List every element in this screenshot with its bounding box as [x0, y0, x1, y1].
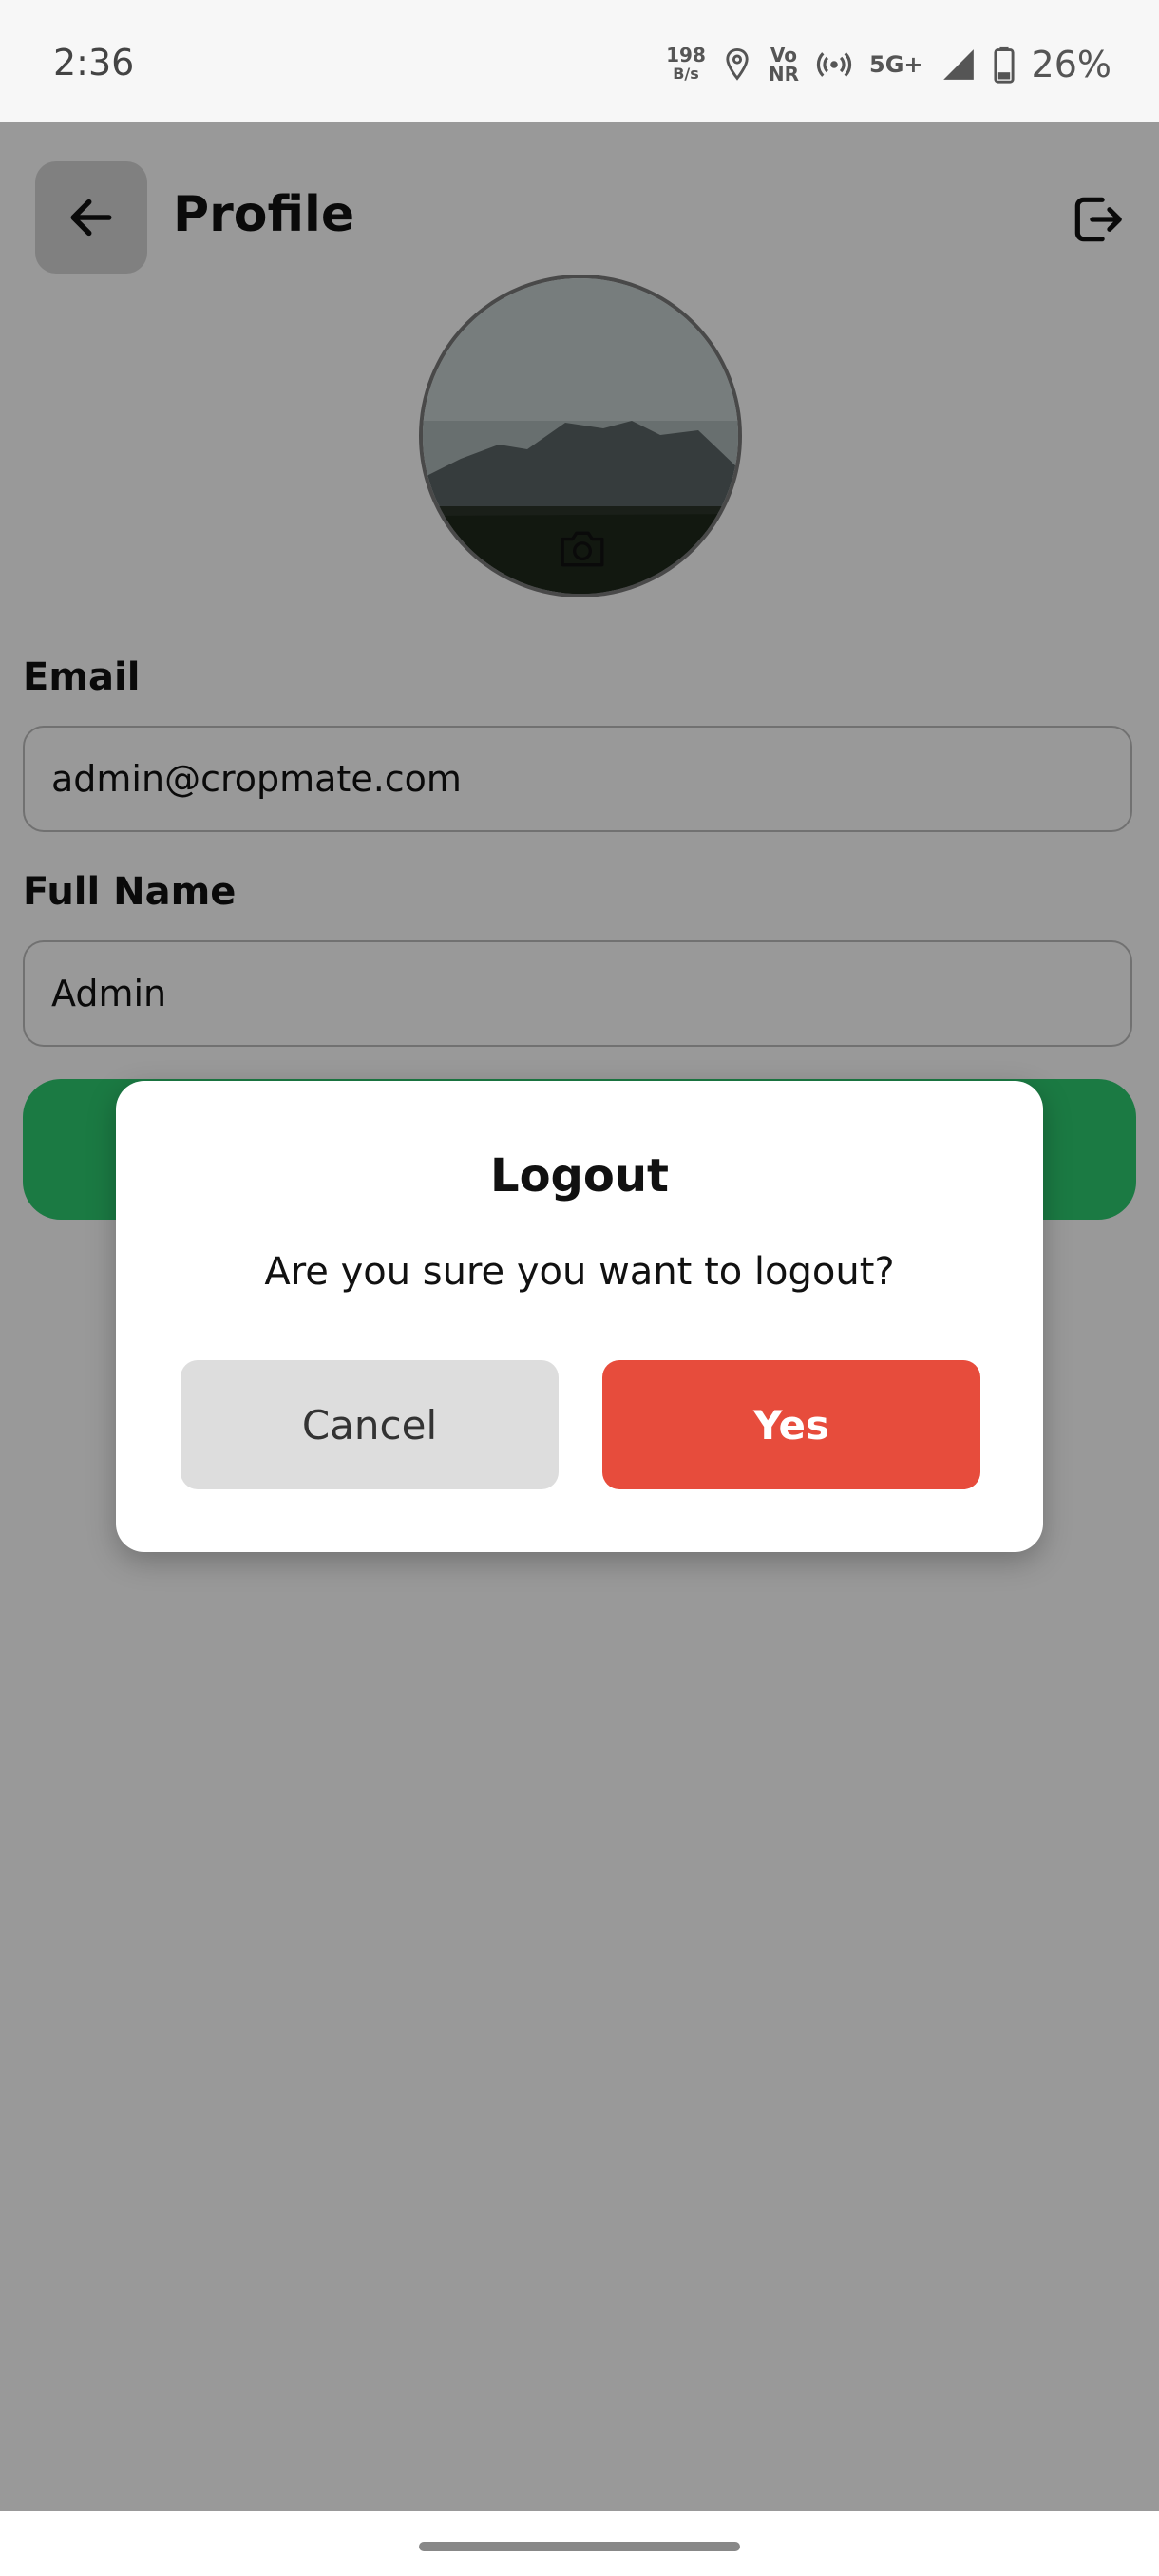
dialog-title: Logout: [489, 1149, 669, 1203]
signal-icon: [942, 49, 974, 80]
battery-percent: 26%: [1031, 44, 1112, 85]
volte-bottom: NR: [768, 63, 800, 85]
network-type: 5G+: [869, 51, 923, 78]
volte-indicator: Vo NR: [769, 46, 799, 84]
battery-icon: [993, 46, 1015, 84]
data-speed-unit: B/s: [673, 65, 699, 83]
logout-dialog: Logout Are you sure you want to logout? …: [116, 1081, 1043, 1552]
status-bar: 2:36 198 B/s Vo NR 5G+ 26%: [0, 0, 1159, 122]
data-speed-indicator: 198 B/s: [666, 46, 706, 84]
status-icons: 198 B/s Vo NR 5G+ 26%: [666, 34, 1112, 95]
status-time: 2:36: [53, 42, 135, 84]
confirm-logout-button[interactable]: Yes: [602, 1360, 980, 1489]
home-gesture-handle[interactable]: [419, 2542, 740, 2551]
dialog-message: Are you sure you want to logout?: [264, 1250, 895, 1294]
cancel-button[interactable]: Cancel: [180, 1360, 559, 1489]
navigation-bar: [0, 2511, 1159, 2576]
location-icon: [726, 47, 749, 81]
data-speed-value: 198: [666, 44, 706, 66]
hotspot-icon: [816, 52, 852, 77]
volte-top: Vo: [770, 44, 797, 66]
